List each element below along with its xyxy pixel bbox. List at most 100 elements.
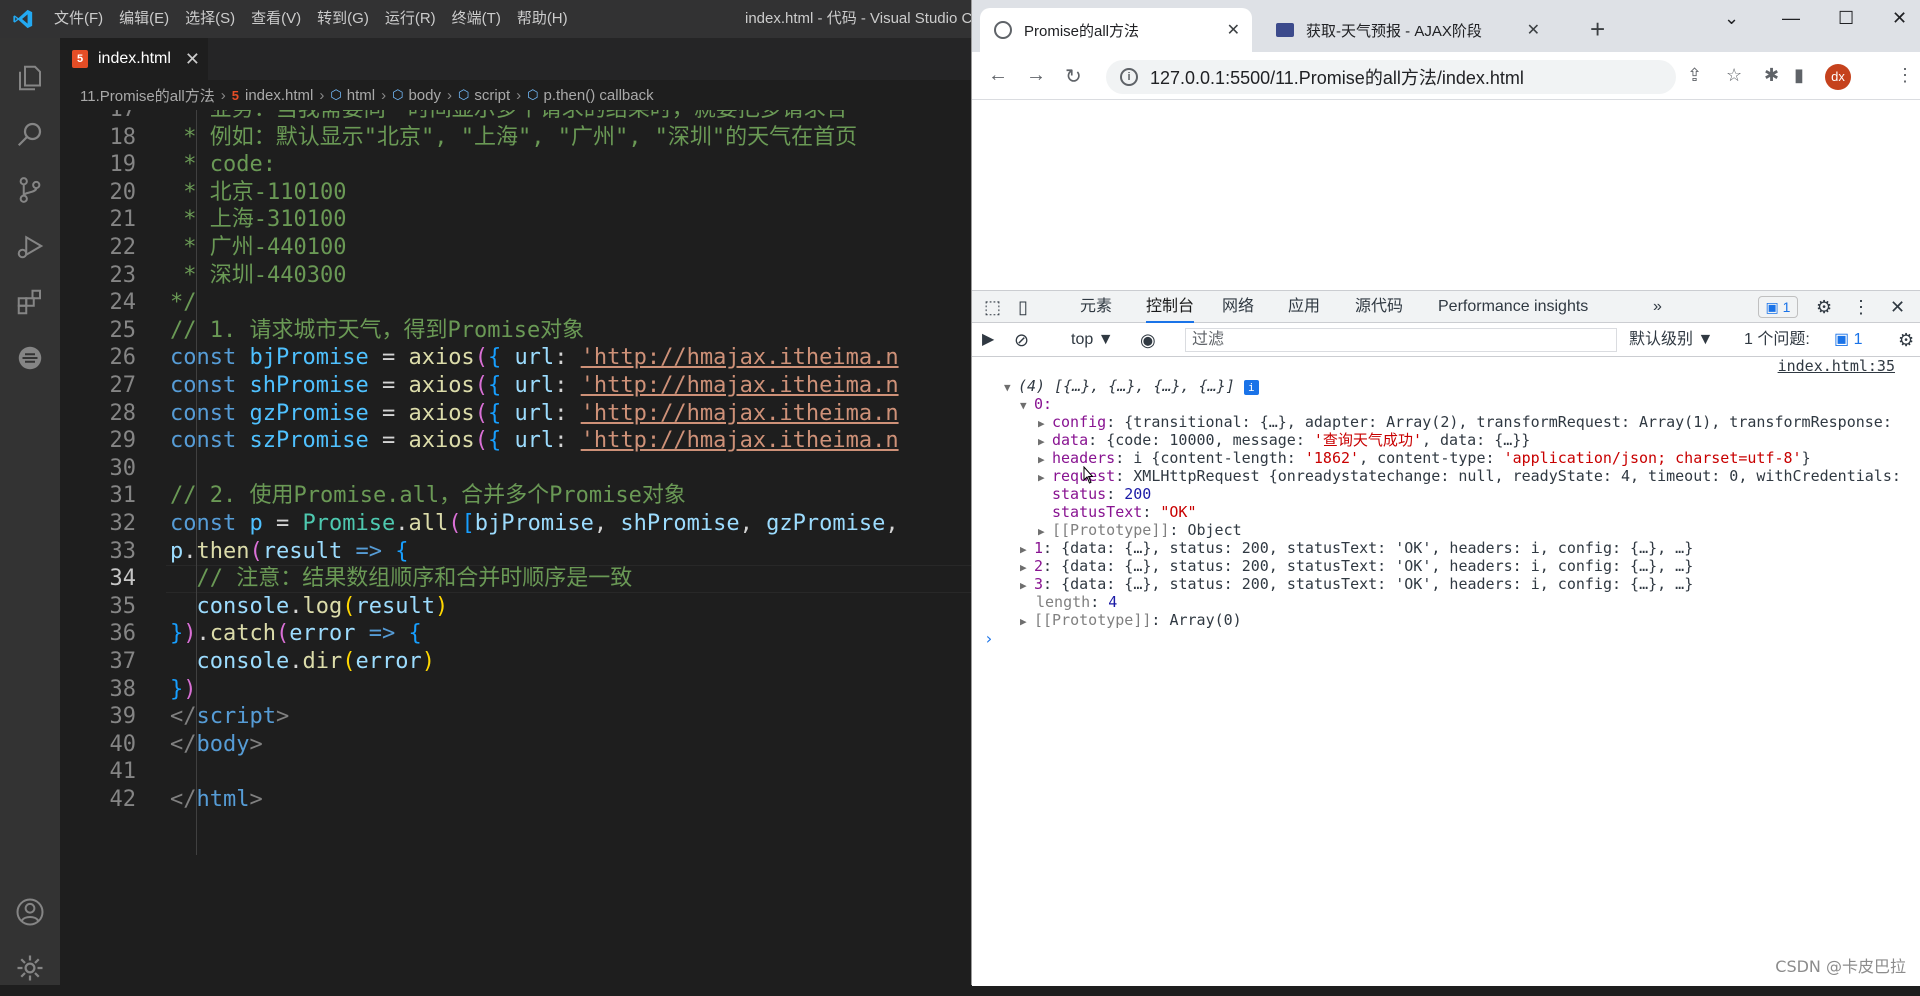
info-icon[interactable]: i (1243, 380, 1259, 395)
menu-edit[interactable]: 编辑(E) (111, 0, 177, 38)
issues-count-badge[interactable]: ▣ 1 (1834, 323, 1862, 357)
tab-console[interactable]: 控制台 (1146, 291, 1195, 323)
tab-elements[interactable]: 元素 (1080, 291, 1112, 323)
explorer-icon[interactable] (0, 50, 60, 106)
share-icon[interactable]: ⇪ (1687, 65, 1702, 86)
line-number: 27 (109, 373, 137, 398)
mouse-cursor-icon (1083, 466, 1093, 484)
devtools-close-icon[interactable]: ✕ (1890, 291, 1905, 323)
extensions-icon[interactable] (0, 274, 60, 330)
issues-count-value: 1 (1853, 331, 1863, 348)
close-tab-icon[interactable]: ✕ (185, 49, 200, 70)
maximize-icon[interactable]: ☐ (1838, 8, 1854, 29)
collapsed-triangle-icon[interactable]: ▶ (1038, 467, 1052, 489)
window-close-icon[interactable]: ✕ (1892, 8, 1907, 29)
close-tab-icon[interactable]: ✕ (1227, 20, 1240, 40)
property-request[interactable]: ▶request: XMLHttpRequest {onreadystatech… (1038, 465, 1901, 487)
devtools-panel: ⬚ ▯ 元素 控制台 网络 应用 源代码 Performance insight… (972, 290, 1920, 986)
menu-run[interactable]: 运行(R) (377, 0, 444, 38)
line-number: 23 (109, 262, 137, 288)
remote-explorer-icon[interactable] (0, 330, 60, 386)
address-bar[interactable]: i 127.0.0.1:5500/11.Promise的all方法/index.… (1106, 60, 1676, 94)
tab-network[interactable]: 网络 (1222, 291, 1254, 323)
reload-icon[interactable]: ↻ (1065, 64, 1082, 89)
collapsed-triangle-icon[interactable]: ▶ (1020, 611, 1034, 633)
bookmark-star-icon[interactable]: ☆ (1726, 65, 1742, 86)
code-editor[interactable]: 17 * 业务：当我需要同一时间显示多个请求的结果时，就要把多请求合 18 * 例… (60, 110, 971, 985)
line-number: 42 (109, 787, 137, 812)
tab-sources[interactable]: 源代码 (1355, 291, 1403, 323)
browser-toolbar: ← → ↻ i 127.0.0.1:5500/11.Promise的all方法/… (972, 52, 1920, 100)
more-tabs-chevron-icon[interactable]: » (1653, 291, 1662, 323)
inspect-element-icon[interactable]: ⬚ (984, 291, 1001, 323)
breadcrumb-html[interactable]: html (347, 87, 375, 104)
menu-goto[interactable]: 转到(G) (309, 0, 377, 38)
code-text: </body> (170, 731, 263, 757)
expanded-triangle-icon[interactable]: ▼ (1020, 395, 1034, 417)
menu-terminal[interactable]: 终端(T) (444, 0, 509, 38)
breadcrumb-folder[interactable]: 11.Promise的all方法 (80, 85, 215, 106)
console-filter-input[interactable]: 过滤 (1185, 328, 1617, 352)
array-prototype[interactable]: ▶ [[Prototype]]: Array(0) (1020, 609, 1242, 631)
new-tab-button[interactable]: + (1590, 14, 1605, 45)
menu-view[interactable]: 查看(V) (243, 0, 309, 38)
code-text: const shPromise = axios({ url: 'http://h… (170, 373, 899, 398)
code-text: */ (170, 290, 197, 316)
console-output[interactable]: index.html:35 ▼ (4) [{…}, {…}, {…}, {…}] … (972, 357, 1920, 986)
element-symbol-icon: ⬡ (330, 87, 342, 102)
watermark: CSDN @卡皮巴拉 (1775, 957, 1906, 976)
search-icon[interactable] (0, 106, 60, 162)
menu-help[interactable]: 帮助(H) (509, 0, 576, 38)
line-number: 20 (109, 179, 137, 205)
devtools-more-icon[interactable]: ⋮ (1852, 291, 1870, 323)
chrome-menu-icon[interactable]: ⋮ (1896, 65, 1914, 86)
sidebar-toggle-icon[interactable]: ▶ (982, 323, 994, 357)
console-settings-gear-icon[interactable]: ⚙ (1898, 323, 1914, 357)
log-level-dropdown[interactable]: 默认级别 ▼ (1629, 323, 1713, 357)
tab-search-chevron-icon[interactable]: ⌄ (1724, 8, 1739, 29)
back-arrow-icon[interactable]: ← (988, 64, 1008, 87)
context-selector[interactable]: top ▼ (1071, 323, 1114, 357)
collapsed-triangle-icon[interactable]: ▶ (1020, 575, 1034, 597)
array-item-3[interactable]: ▶ 3: {data: {…}, status: 200, statusText:… (1020, 573, 1693, 595)
breadcrumb-body[interactable]: body (408, 87, 441, 104)
expanded-triangle-icon[interactable]: ▼ (1004, 377, 1018, 399)
minimize-icon[interactable]: — (1782, 8, 1800, 29)
issues-badge[interactable]: ▣ 1 (1758, 296, 1798, 318)
forward-arrow-icon[interactable]: → (1026, 64, 1046, 87)
breadcrumb-callback[interactable]: p.then() callback (544, 87, 654, 104)
code-text: </html> (170, 787, 263, 812)
extensions-puzzle-icon[interactable]: ✱ (1764, 65, 1779, 86)
side-panel-icon[interactable]: ▮ (1794, 65, 1804, 86)
source-link[interactable]: index.html:35 (1778, 357, 1895, 375)
run-debug-icon[interactable] (0, 218, 60, 274)
account-icon[interactable] (0, 884, 60, 940)
line-number: 40 (109, 731, 137, 757)
devtools-settings-gear-icon[interactable]: ⚙ (1816, 291, 1832, 323)
breadcrumb-script[interactable]: script (474, 87, 510, 104)
site-info-icon[interactable]: i (1120, 68, 1138, 86)
settings-gear-icon[interactable] (0, 940, 60, 996)
code-text: * 业务：当我需要同一时间显示多个请求的结果时，就要把多请求合 (170, 110, 848, 124)
tab-application[interactable]: 应用 (1288, 291, 1320, 323)
breadcrumb-file[interactable]: index.html (245, 87, 313, 104)
console-prompt-icon[interactable]: › (984, 629, 994, 648)
line-number: 35 (109, 593, 137, 619)
editor-tab-index-html[interactable]: 5 index.html ✕ (60, 38, 208, 80)
menu-file[interactable]: 文件(F) (46, 0, 111, 38)
device-toolbar-icon[interactable]: ▯ (1018, 291, 1028, 323)
browser-tab-weather[interactable]: 获取-天气预报 - AJAX阶段 ✕ (1262, 8, 1552, 52)
tab-performance-insights[interactable]: Performance insights (1438, 291, 1588, 323)
line-number: 31 (109, 483, 137, 509)
code-text: // 注意：结果数组顺序和合并时顺序是一致 (196, 566, 633, 592)
code-text: const p = Promise.all([bjPromise, shProm… (170, 511, 899, 536)
browser-tab-promise-all[interactable]: Promise的all方法 ✕ (980, 8, 1252, 52)
close-tab-icon[interactable]: ✕ (1527, 20, 1540, 40)
message-icon: ▣ (1834, 331, 1850, 348)
profile-avatar[interactable]: dx (1825, 64, 1851, 90)
issues-count-label[interactable]: 1 个问题: (1744, 323, 1810, 357)
menu-selection[interactable]: 选择(S) (177, 0, 243, 38)
clear-console-icon[interactable]: ⊘ (1014, 323, 1029, 357)
live-expression-eye-icon[interactable]: ◉ (1140, 323, 1156, 357)
source-control-icon[interactable] (0, 162, 60, 218)
